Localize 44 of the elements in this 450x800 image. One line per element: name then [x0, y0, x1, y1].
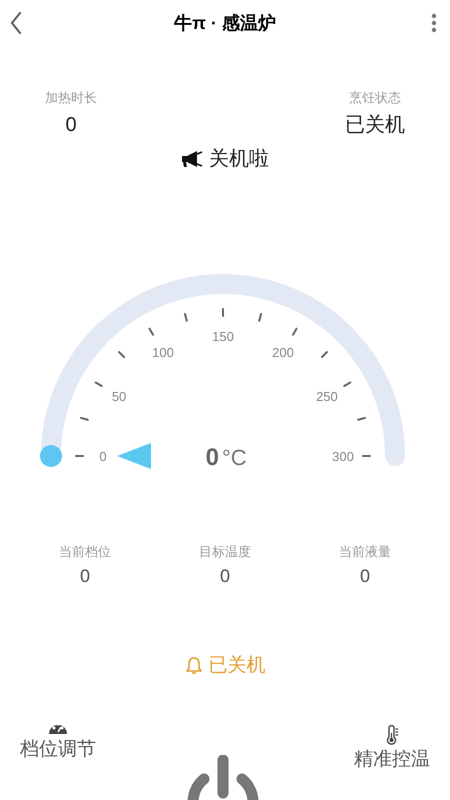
temperature-reading: 0	[206, 444, 219, 470]
megaphone-icon	[181, 150, 203, 168]
action-button[interactable]: 精准控温	[354, 724, 430, 774]
stat-label: 当前液量	[339, 542, 391, 560]
tick-mark	[258, 312, 262, 322]
tick-label: 250	[316, 388, 338, 404]
tick-mark	[357, 416, 366, 420]
stat-label: 加热时长	[45, 89, 97, 107]
gauge-pointer	[117, 442, 151, 468]
tick-mark	[75, 454, 84, 456]
tick-mark	[94, 381, 103, 386]
tick-label: 150	[212, 328, 234, 344]
temperature-unit: °C	[222, 444, 247, 470]
stat-label: 目标温度	[199, 542, 251, 560]
tick-label: 50	[112, 388, 126, 404]
tick-mark	[343, 381, 352, 386]
tick-mark	[321, 350, 328, 358]
tick-label: 100	[152, 344, 174, 360]
announcement-text: 关机啦	[209, 146, 269, 172]
stat-value: 0	[360, 565, 370, 588]
stat-label: 烹饪状态	[349, 89, 401, 107]
page-title: 牛π · 感温炉	[174, 12, 276, 34]
back-icon	[9, 11, 23, 35]
more-icon	[431, 13, 437, 33]
tick-mark	[118, 350, 125, 358]
tick-mark	[184, 312, 188, 322]
gauge-icon	[48, 724, 68, 734]
action-button[interactable]: 档位调节	[20, 724, 96, 774]
bell-icon	[184, 656, 202, 676]
status-text: 已关机	[208, 654, 266, 678]
tick-mark	[222, 308, 224, 316]
tick-mark	[148, 327, 154, 336]
stat-value: 0	[220, 565, 230, 588]
stat-label: 当前档位	[59, 542, 111, 560]
thermometer-icon	[385, 724, 399, 744]
stat-value: 0	[80, 565, 90, 588]
tick-mark	[292, 327, 298, 336]
tick-mark	[80, 416, 89, 420]
stat-value: 已关机	[345, 112, 405, 138]
tick-label: 200	[272, 344, 294, 360]
tick-mark	[362, 454, 371, 456]
stat-value: 0	[65, 112, 77, 138]
tick-label: 0	[99, 448, 107, 464]
tick-label: 300	[332, 448, 354, 464]
